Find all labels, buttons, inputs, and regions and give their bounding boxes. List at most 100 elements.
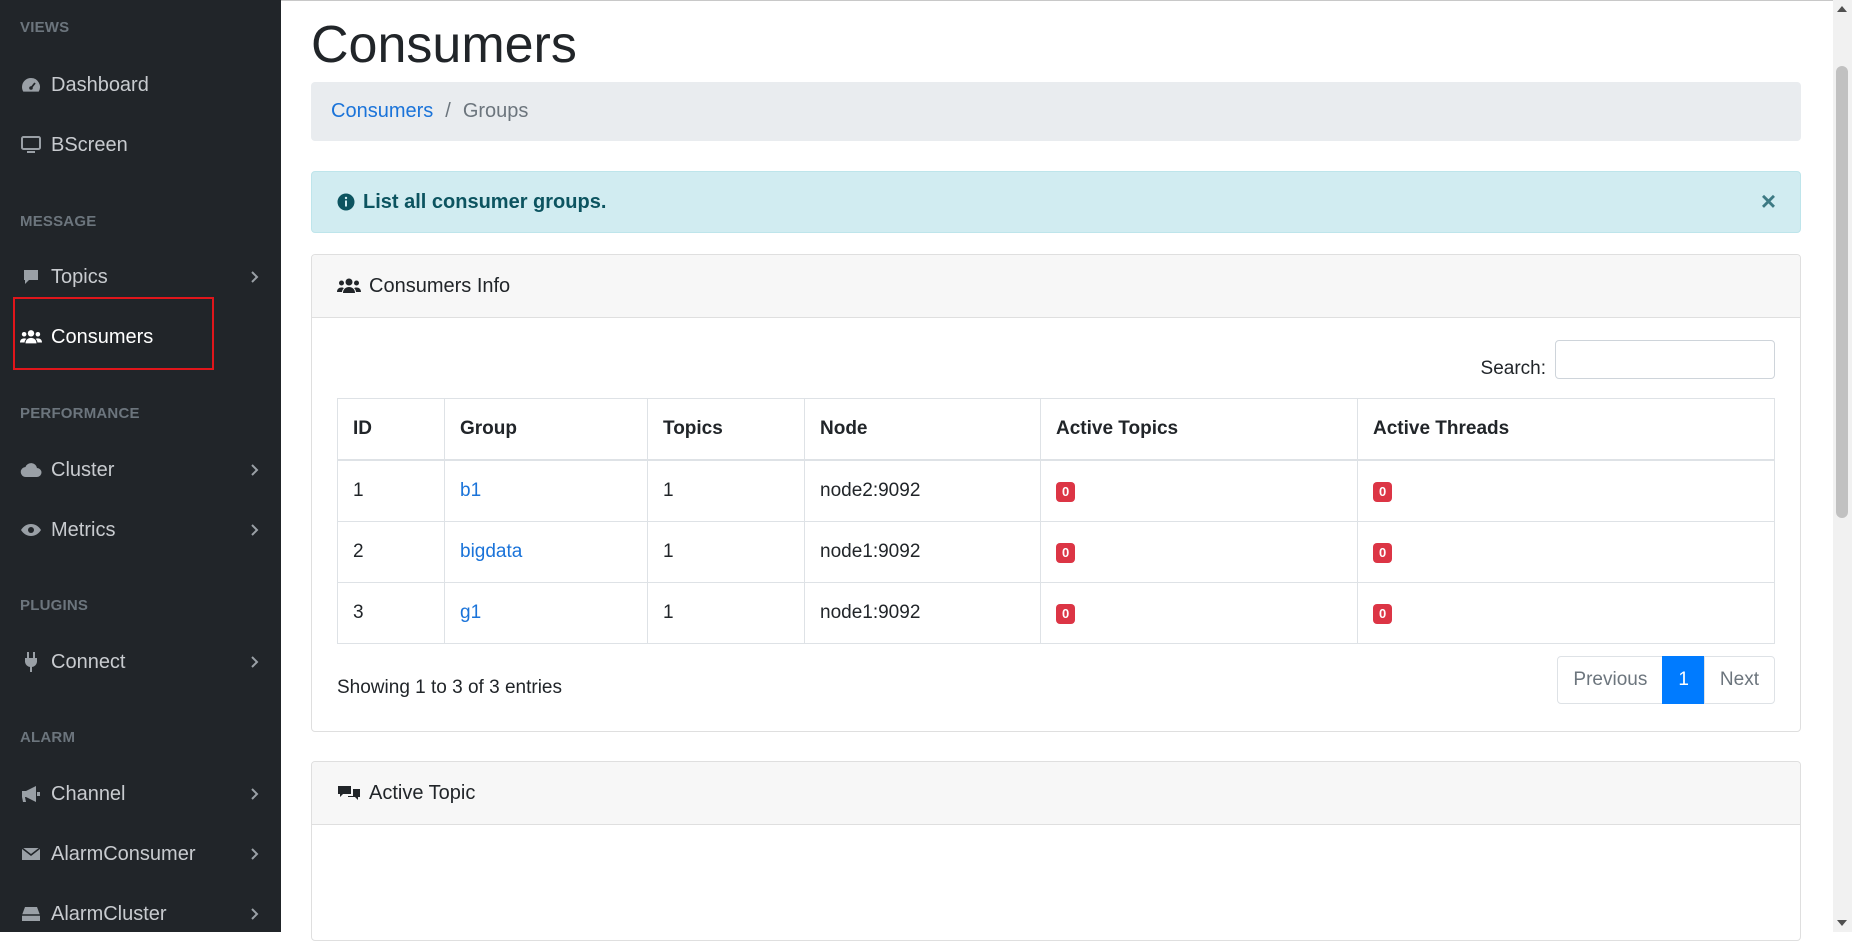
search-label: Search: xyxy=(1480,358,1546,379)
main-content: Consumers Consumers / Groups List all co… xyxy=(281,0,1833,941)
pagination-next[interactable]: Next xyxy=(1703,656,1775,704)
alert-text: List all consumer groups. xyxy=(363,190,607,213)
envelope-icon xyxy=(20,846,42,862)
sidebar-item-channel[interactable]: Channel xyxy=(0,768,281,820)
cell-node: node1:9092 xyxy=(804,582,1041,644)
cell-topics: 1 xyxy=(647,582,805,644)
plug-icon xyxy=(20,652,42,672)
cell-active-topics: 0 xyxy=(1040,459,1358,522)
cell-id: 3 xyxy=(337,582,445,644)
scrollbar-thumb[interactable] xyxy=(1836,66,1848,518)
column-header-id[interactable]: ID xyxy=(337,398,445,461)
cell-id: 1 xyxy=(337,459,445,522)
search-input[interactable] xyxy=(1555,340,1775,379)
sidebar-item-label: Dashboard xyxy=(51,73,149,96)
group-link[interactable]: b1 xyxy=(460,480,481,501)
cloud-icon xyxy=(20,462,42,478)
cell-node: node1:9092 xyxy=(804,521,1041,583)
sidebar-heading-message: MESSAGE xyxy=(20,213,97,230)
status-badge: 0 xyxy=(1056,542,1076,564)
close-icon[interactable]: × xyxy=(1761,188,1776,214)
active-topic-card: Active Topic xyxy=(311,761,1801,941)
status-badge: 0 xyxy=(1373,542,1393,564)
table-row: 3 g1 1 node1:9092 0 0 xyxy=(337,582,1775,644)
sidebar-heading-alarm: ALARM xyxy=(20,729,76,746)
users-icon xyxy=(337,277,361,295)
sidebar-item-cluster[interactable]: Cluster xyxy=(0,444,281,496)
dashboard-icon xyxy=(20,76,42,94)
cell-group: bigdata xyxy=(444,521,648,583)
bullhorn-icon xyxy=(20,785,42,803)
sidebar-item-metrics[interactable]: Metrics xyxy=(0,504,281,556)
sidebar-item-bscreen[interactable]: BScreen xyxy=(0,119,281,171)
column-header-topics[interactable]: Topics xyxy=(647,398,805,461)
table-info: Showing 1 to 3 of 3 entries xyxy=(337,677,562,698)
breadcrumb-current: Groups xyxy=(462,100,529,122)
column-header-group[interactable]: Group xyxy=(444,398,648,461)
card-title: Consumers Info xyxy=(369,274,511,297)
breadcrumb: Consumers / Groups xyxy=(311,82,1801,141)
table-row: 2 bigdata 1 node1:9092 0 0 xyxy=(337,521,1775,583)
sidebar: VIEWS Dashboard BScreen MESSAGE Topics C… xyxy=(0,0,281,932)
scroll-up-arrow-icon[interactable] xyxy=(1837,6,1847,12)
cell-active-threads: 0 xyxy=(1357,459,1775,522)
info-circle-icon xyxy=(337,193,355,211)
breadcrumb-link-consumers[interactable]: Consumers xyxy=(331,100,433,123)
sidebar-heading-views: VIEWS xyxy=(20,19,70,36)
sidebar-item-topics[interactable]: Topics xyxy=(0,251,281,303)
info-alert: List all consumer groups. × xyxy=(311,171,1801,233)
pagination-previous[interactable]: Previous xyxy=(1557,656,1664,704)
card-header: Active Topic xyxy=(312,762,1800,825)
monitor-icon xyxy=(20,136,42,154)
column-header-active-topics[interactable]: Active Topics xyxy=(1040,398,1358,461)
chevron-right-icon xyxy=(250,463,259,477)
cell-group: g1 xyxy=(444,582,648,644)
comments-icon xyxy=(337,784,361,802)
chevron-right-icon xyxy=(250,847,259,861)
sidebar-item-connect[interactable]: Connect xyxy=(0,636,281,688)
sidebar-item-dashboard[interactable]: Dashboard xyxy=(0,59,281,111)
breadcrumb-separator: / xyxy=(445,100,451,122)
chevron-right-icon xyxy=(250,787,259,801)
group-link[interactable]: bigdata xyxy=(460,541,522,562)
column-header-active-threads[interactable]: Active Threads xyxy=(1357,398,1775,461)
eye-icon xyxy=(20,523,42,537)
comment-icon xyxy=(20,268,42,286)
cell-active-threads: 0 xyxy=(1357,582,1775,644)
page-title: Consumers xyxy=(311,16,577,74)
card-title: Active Topic xyxy=(369,781,476,804)
cell-group: b1 xyxy=(444,459,648,522)
group-link[interactable]: g1 xyxy=(460,602,481,623)
cell-topics: 1 xyxy=(647,521,805,583)
chevron-right-icon xyxy=(250,907,259,921)
highlight-box xyxy=(13,297,214,370)
sidebar-item-label: Cluster xyxy=(51,458,115,481)
chevron-right-icon xyxy=(250,523,259,537)
sidebar-item-label: BScreen xyxy=(51,133,128,156)
table-row: 1 b1 1 node2:9092 0 0 xyxy=(337,459,1775,522)
pagination: Previous 1 Next xyxy=(1557,656,1775,704)
pagination-page-1[interactable]: 1 xyxy=(1662,656,1705,704)
sidebar-item-alarmconsumer[interactable]: AlarmConsumer xyxy=(0,828,281,880)
sidebar-item-label: Topics xyxy=(51,265,108,288)
sidebar-item-label: Connect xyxy=(51,650,126,673)
cell-id: 2 xyxy=(337,521,445,583)
sidebar-item-label: Channel xyxy=(51,782,126,805)
cell-node: node2:9092 xyxy=(804,459,1041,522)
sidebar-heading-performance: PERFORMANCE xyxy=(20,405,140,422)
cell-active-topics: 0 xyxy=(1040,521,1358,583)
status-badge: 0 xyxy=(1056,481,1076,503)
chevron-right-icon xyxy=(250,270,259,284)
scroll-down-arrow-icon[interactable] xyxy=(1837,920,1847,926)
sidebar-heading-plugins: PLUGINS xyxy=(20,597,89,614)
sidebar-item-label: AlarmConsumer xyxy=(51,842,196,865)
sidebar-item-alarmcluster[interactable]: AlarmCluster xyxy=(0,888,281,940)
column-header-node[interactable]: Node xyxy=(804,398,1041,461)
consumers-table: ID Group Topics Node Active Topics Activ… xyxy=(337,398,1775,644)
status-badge: 0 xyxy=(1373,603,1393,625)
cell-active-threads: 0 xyxy=(1357,521,1775,583)
scrollbar[interactable] xyxy=(1833,0,1852,932)
sidebar-item-label: AlarmCluster xyxy=(51,902,167,925)
status-badge: 0 xyxy=(1056,603,1076,625)
status-badge: 0 xyxy=(1373,481,1393,503)
